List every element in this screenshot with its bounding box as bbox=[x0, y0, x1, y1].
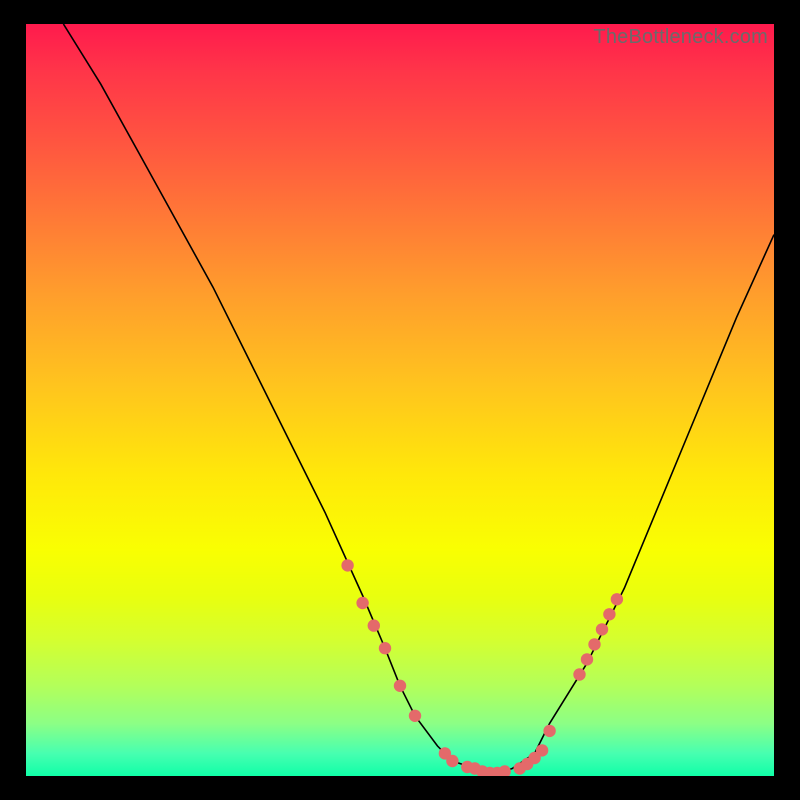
highlight-dot bbox=[446, 755, 458, 767]
highlight-dot bbox=[581, 653, 593, 665]
highlight-dot bbox=[603, 608, 615, 620]
highlight-dot bbox=[356, 597, 368, 609]
highlight-dot bbox=[341, 559, 353, 571]
highlight-dot bbox=[499, 765, 511, 776]
chart-overlay bbox=[26, 24, 774, 776]
highlight-dot bbox=[573, 668, 585, 680]
highlight-dot bbox=[611, 593, 623, 605]
highlight-dot bbox=[596, 623, 608, 635]
highlight-dot bbox=[409, 710, 421, 722]
highlight-dots bbox=[341, 559, 623, 776]
highlight-dot bbox=[536, 744, 548, 756]
chart-canvas: TheBottleneck.com bbox=[26, 24, 774, 776]
bottleneck-curve bbox=[63, 24, 774, 776]
highlight-dot bbox=[588, 638, 600, 650]
highlight-dot bbox=[368, 619, 380, 631]
highlight-dot bbox=[379, 642, 391, 654]
highlight-dot bbox=[394, 680, 406, 692]
highlight-dot bbox=[543, 725, 555, 737]
